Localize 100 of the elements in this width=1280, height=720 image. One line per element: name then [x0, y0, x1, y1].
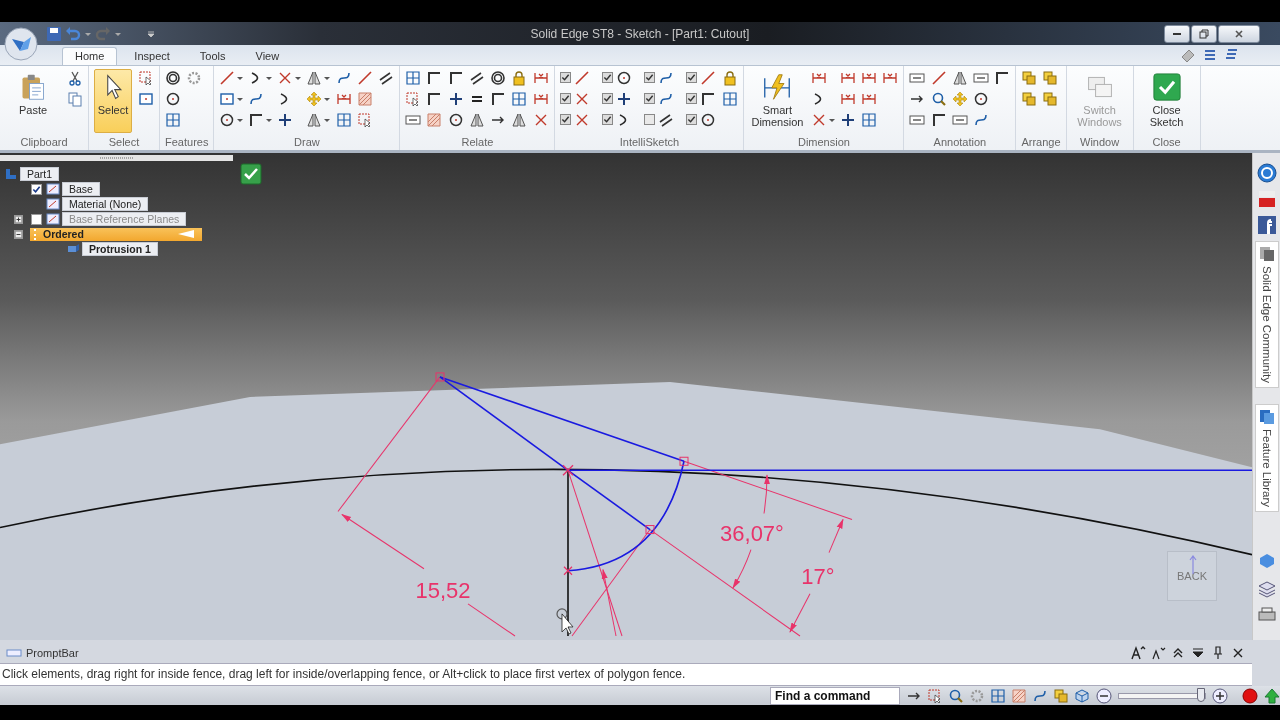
triangle-icon[interactable]: [469, 111, 486, 128]
triangle-icon[interactable]: [952, 69, 969, 86]
splitter-handle[interactable]: [0, 155, 233, 161]
parallel-icon[interactable]: [658, 111, 675, 128]
rectangle-icon[interactable]: [138, 90, 154, 107]
corner-icon[interactable]: [700, 90, 717, 107]
line-icon[interactable]: [574, 69, 591, 86]
cross-icon[interactable]: [277, 111, 294, 128]
triangle-icon[interactable]: [511, 111, 528, 128]
triangle-icon[interactable]: [306, 111, 323, 128]
checkbox[interactable]: [644, 93, 656, 104]
stack-icon[interactable]: [1021, 69, 1038, 86]
corner-icon[interactable]: [994, 69, 1011, 86]
caret-icon[interactable]: [266, 116, 273, 123]
stack-icon[interactable]: [1053, 687, 1069, 704]
corner-icon[interactable]: [490, 90, 507, 107]
checkbox[interactable]: [560, 72, 572, 83]
tree-item[interactable]: Material (None): [62, 197, 149, 211]
checkbox[interactable]: [644, 114, 656, 125]
social-icon[interactable]: [1256, 215, 1277, 235]
accept-icon[interactable]: [240, 163, 262, 185]
selection-icon[interactable]: [927, 687, 943, 704]
customize-icon[interactable]: [147, 29, 155, 38]
cross-icon[interactable]: [448, 90, 465, 107]
ribbon-tab[interactable]: Inspect: [121, 47, 183, 65]
grid-icon[interactable]: [990, 687, 1006, 704]
checkbox[interactable]: [560, 114, 572, 125]
selection-icon[interactable]: [138, 69, 154, 86]
ribbon-tab[interactable]: Home: [62, 47, 118, 65]
tree-item[interactable]: Protrusion 1: [82, 242, 158, 256]
stack-icon[interactable]: [1042, 69, 1059, 86]
caret-icon[interactable]: [324, 74, 331, 81]
line-icon[interactable]: [931, 69, 948, 86]
checkbox[interactable]: [560, 93, 572, 104]
checkbox[interactable]: [602, 114, 614, 125]
cross-icon[interactable]: [616, 90, 633, 107]
cut-icon[interactable]: [67, 69, 83, 86]
tree-item[interactable]: Part1: [20, 167, 60, 181]
tree-item[interactable]: Ordered: [30, 227, 202, 241]
corner-icon[interactable]: [248, 111, 265, 128]
caret-icon[interactable]: [324, 116, 331, 123]
line-icon[interactable]: [219, 69, 236, 86]
grid-icon[interactable]: [861, 111, 878, 128]
cube-icon[interactable]: [1074, 687, 1090, 704]
ribbon-button[interactable]: Select: [94, 69, 132, 133]
ribbon-tab[interactable]: Tools: [186, 47, 239, 65]
caret-icon[interactable]: [324, 95, 331, 102]
line-icon[interactable]: [357, 69, 374, 86]
grid-icon[interactable]: [511, 90, 528, 107]
minimize-button[interactable]: [1164, 24, 1190, 43]
magnifier-icon[interactable]: [948, 687, 964, 704]
side-tab[interactable]: Feature Library: [1254, 404, 1279, 512]
checkbox[interactable]: [602, 72, 614, 83]
magnifier-icon[interactable]: [931, 90, 948, 107]
eraser-icon[interactable]: [1180, 47, 1196, 63]
ribbon-button[interactable]: Smart Dimension: [749, 69, 806, 133]
triangle-icon[interactable]: [306, 69, 323, 86]
caret-icon[interactable]: [829, 116, 836, 123]
tree-item[interactable]: Base: [62, 182, 100, 196]
ribbon-button[interactable]: Paste: [5, 69, 61, 133]
grid-icon[interactable]: [405, 69, 422, 86]
lock-icon[interactable]: [722, 69, 739, 86]
parallel-icon[interactable]: [469, 69, 486, 86]
restore-button[interactable]: [1191, 24, 1217, 43]
zoom-out-icon[interactable]: [1096, 687, 1112, 704]
corner-icon[interactable]: [426, 90, 443, 107]
close-button[interactable]: [1218, 24, 1260, 43]
side-tab[interactable]: Solid Edge Community: [1254, 241, 1279, 388]
circle-icon[interactable]: [165, 90, 181, 107]
checkbox[interactable]: [686, 72, 698, 83]
rectangle-icon[interactable]: [219, 90, 236, 107]
checkbox[interactable]: [644, 72, 656, 83]
circle-icon[interactable]: [219, 111, 236, 128]
collapse-icon[interactable]: [13, 229, 23, 239]
zoom-in-icon[interactable]: [1212, 687, 1228, 704]
parallel-icon[interactable]: [378, 69, 395, 86]
stack-icon[interactable]: [1042, 90, 1059, 107]
circle-icon[interactable]: [700, 111, 717, 128]
ribbon-button[interactable]: Close Sketch: [1138, 69, 1195, 133]
line-icon[interactable]: [700, 69, 717, 86]
checkbox[interactable]: [30, 183, 42, 195]
corner-icon[interactable]: [426, 69, 443, 86]
stack-icon[interactable]: [1021, 90, 1038, 107]
ring-icon[interactable]: [165, 69, 181, 86]
checkbox[interactable]: [686, 93, 698, 104]
checkbox[interactable]: [602, 93, 614, 104]
font-larger-icon[interactable]: [1130, 644, 1146, 661]
corner-icon[interactable]: [448, 69, 465, 86]
up-arrow-icon[interactable]: [1264, 687, 1280, 704]
lock-icon[interactable]: [511, 69, 528, 86]
ring-icon[interactable]: [490, 69, 507, 86]
circle-icon[interactable]: [448, 111, 465, 128]
ribbon-tab[interactable]: View: [242, 47, 293, 65]
caret-icon[interactable]: [237, 74, 244, 81]
caret-icon[interactable]: [237, 116, 244, 123]
circle-icon[interactable]: [973, 90, 990, 107]
corner-icon[interactable]: [931, 111, 948, 128]
record-icon[interactable]: [1242, 687, 1258, 704]
caret-icon[interactable]: [295, 74, 302, 81]
cross-icon[interactable]: [840, 111, 857, 128]
